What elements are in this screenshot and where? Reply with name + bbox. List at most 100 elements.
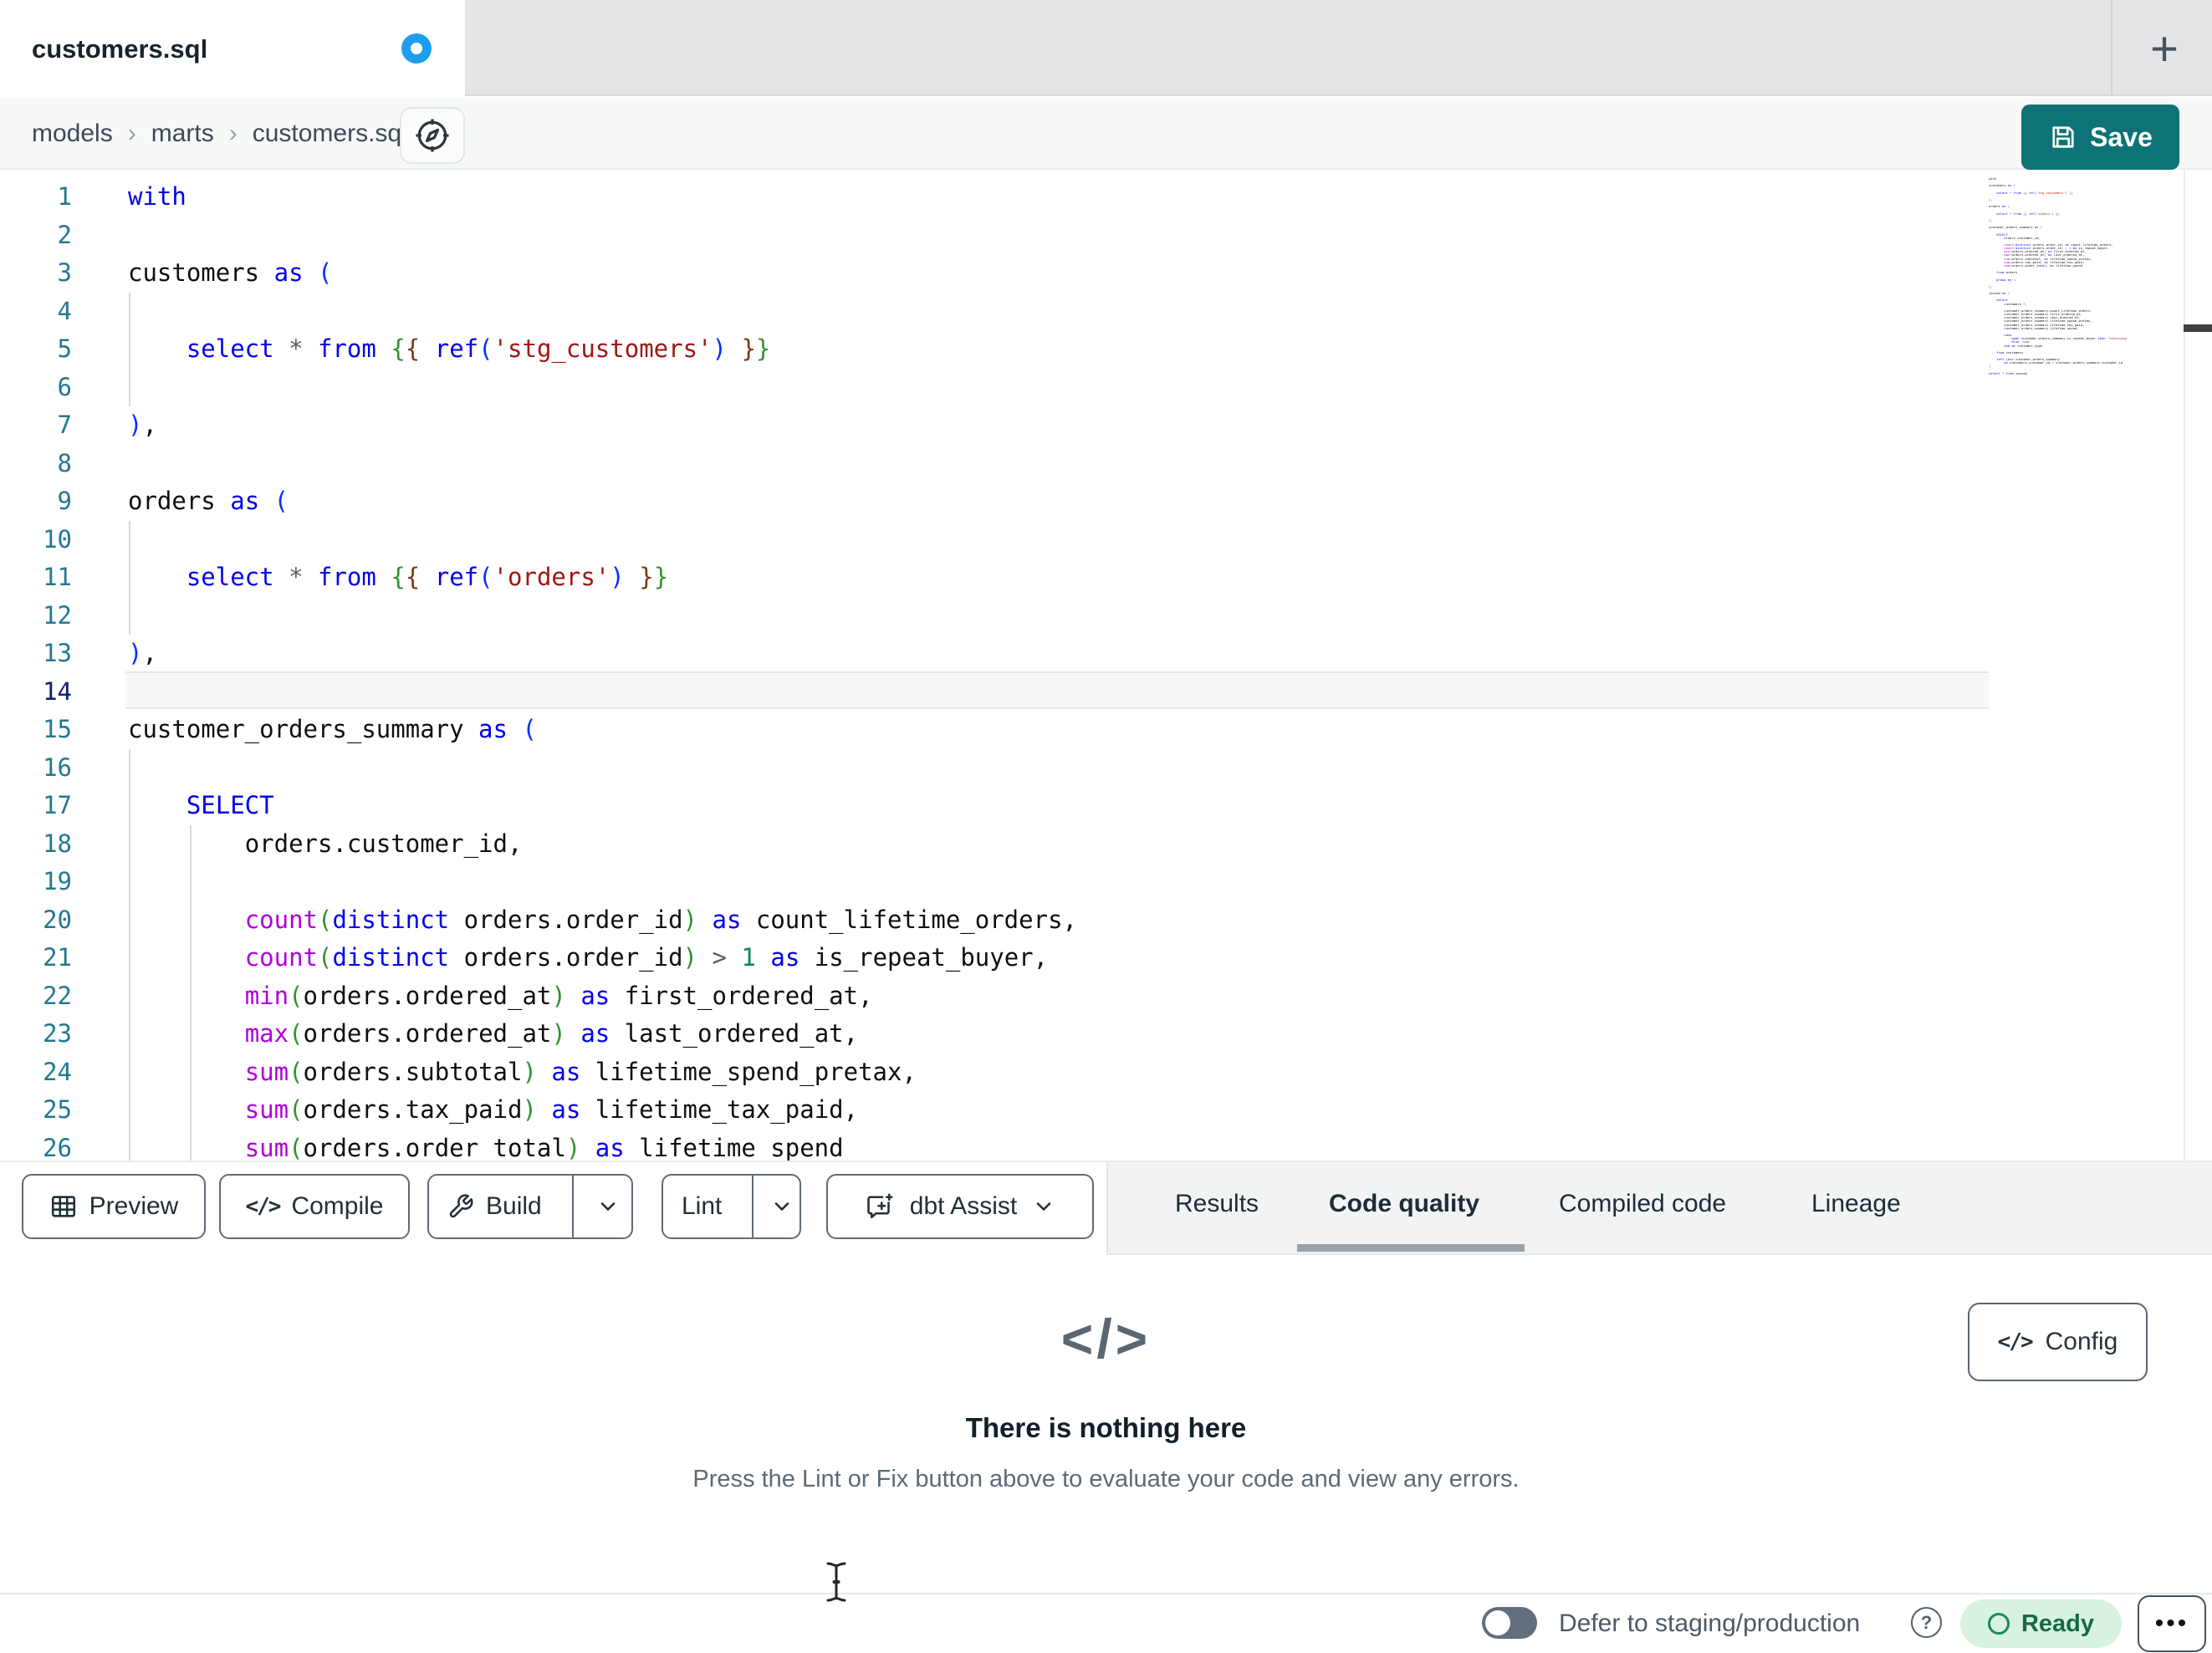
breadcrumb-item-marts[interactable]: marts xyxy=(151,120,214,148)
breadcrumb: models › marts › customers.sql xyxy=(32,98,407,170)
build-button-label: Build xyxy=(486,1192,542,1220)
line-number: 9 xyxy=(57,487,72,515)
code-line[interactable]: orders.customer_id, xyxy=(128,825,523,864)
dbt-assist-button[interactable]: dbt Assist xyxy=(826,1174,1094,1239)
status-bar: Defer to staging/production ? Ready ••• xyxy=(0,1593,2212,1653)
line-number: 8 xyxy=(57,448,72,477)
line-number: 6 xyxy=(57,372,72,401)
tab-lineage[interactable]: Lineage xyxy=(1811,1179,1901,1229)
code-line[interactable]: sum(orders.subtotal) as lifetime_spend_p… xyxy=(128,1054,917,1092)
code-line[interactable]: ), xyxy=(128,635,157,673)
line-number: 5 xyxy=(57,334,72,363)
code-line[interactable]: select * from {{ ref('stg_customers') }} xyxy=(128,330,771,369)
status-circle-icon xyxy=(1987,1613,2010,1635)
line-number: 11 xyxy=(43,563,72,591)
save-floppy-icon xyxy=(2052,126,2074,148)
wrench-icon xyxy=(449,1194,473,1218)
code-line[interactable]: sum(orders.order_total) as lifetime_spen… xyxy=(128,1130,844,1161)
line-number: 1 xyxy=(57,182,72,211)
unsaved-changes-dot xyxy=(401,33,432,64)
table-icon xyxy=(51,1196,75,1217)
lineage-compass-button[interactable] xyxy=(400,107,465,164)
line-number: 15 xyxy=(43,715,72,743)
breadcrumb-item-file[interactable]: customers.sql xyxy=(253,120,407,148)
line-number: 7 xyxy=(57,411,72,439)
line-number: 22 xyxy=(43,981,72,1010)
save-button[interactable]: Save xyxy=(2021,105,2179,170)
tab-code-quality[interactable]: Code quality xyxy=(1329,1179,1479,1229)
code-brackets-icon: </> xyxy=(245,1194,281,1219)
code-line[interactable]: count(distinct orders.order_id) as count… xyxy=(128,901,1077,940)
compile-button[interactable]: </> Compile xyxy=(219,1174,410,1239)
code-line[interactable]: customer_orders_summary as ( xyxy=(128,711,537,749)
line-number: 2 xyxy=(57,220,72,249)
lint-dropdown-button[interactable] xyxy=(765,1176,799,1237)
active-tab-underline xyxy=(1297,1244,1525,1252)
defer-toggle[interactable] xyxy=(1482,1607,1537,1639)
code-editor[interactable]: 1 2 3 4 5 6 7 8 9 10 11 12 13 14 15 16 17 18 19 20 21 22 23 24 2… xyxy=(0,170,2212,1161)
defer-label: Defer to staging/production xyxy=(1559,1610,1861,1637)
new-tab-button[interactable]: + xyxy=(2131,8,2198,89)
breadcrumb-item-models[interactable]: models xyxy=(32,120,113,148)
more-options-button[interactable]: ••• xyxy=(2138,1595,2206,1652)
chevron-down-icon xyxy=(775,1202,789,1211)
tab-compiled-code[interactable]: Compiled code xyxy=(1559,1179,1726,1229)
code-line[interactable]: sum(orders.tax_paid) as lifetime_tax_pai… xyxy=(128,1091,858,1130)
code-line[interactable]: with xyxy=(128,178,186,217)
line-number: 21 xyxy=(43,943,72,972)
line-number: 23 xyxy=(43,1019,72,1048)
code-line[interactable]: count(distinct orders.order_id) > 1 as i… xyxy=(128,939,1048,977)
toolbar-divider xyxy=(1106,1162,1108,1255)
ready-status-label: Ready xyxy=(2020,1610,2095,1637)
breadcrumb-bar: models › marts › customers.sql Save xyxy=(0,98,2212,170)
help-icon[interactable]: ? xyxy=(1911,1607,1942,1638)
minimap[interactable]: with customers as ( select * from {{ ref… xyxy=(1989,177,2183,1156)
breadcrumb-separator: › xyxy=(228,120,238,147)
code-line[interactable]: min(orders.ordered_at) as first_ordered_… xyxy=(128,977,873,1016)
code-line[interactable]: max(orders.ordered_at) as last_ordered_a… xyxy=(128,1015,858,1054)
code-line[interactable]: customers as ( xyxy=(128,254,332,293)
editor-tab-bar: customers.sql + xyxy=(0,0,2212,98)
dbt-ide-window: customers.sql + models › marts › custome… xyxy=(0,0,2212,1653)
dbt-assist-button-label: dbt Assist xyxy=(909,1192,1018,1220)
build-dropdown-button[interactable] xyxy=(585,1176,631,1237)
tab-results[interactable]: Results xyxy=(1175,1179,1259,1229)
compile-button-label: Compile xyxy=(291,1192,384,1220)
code-line[interactable]: orders as ( xyxy=(128,482,289,521)
code-quality-panel: </> There is nothing here Press the Lint… xyxy=(0,1255,2212,1593)
line-number: 26 xyxy=(43,1133,72,1161)
line-number: 16 xyxy=(43,753,72,782)
editor-toolbar: Preview </> Compile Build Lint dbt Assis… xyxy=(0,1161,2212,1255)
file-tab-customers-sql[interactable]: customers.sql xyxy=(0,0,465,98)
line-number: 4 xyxy=(57,296,72,325)
overview-ruler[interactable] xyxy=(2184,170,2212,1161)
build-split-button: Build xyxy=(427,1174,633,1239)
tab-bar-separator xyxy=(2111,0,2112,94)
code-line[interactable]: SELECT xyxy=(128,787,274,825)
config-button[interactable]: </> Config xyxy=(1968,1303,2148,1381)
empty-state-subtitle: Press the Lint or Fix button above to ev… xyxy=(692,1466,1520,1492)
breadcrumb-separator: › xyxy=(127,120,136,147)
lint-split-button: Lint xyxy=(662,1174,801,1239)
line-number: 18 xyxy=(43,829,72,858)
config-button-label: Config xyxy=(2045,1328,2118,1355)
line-number: 19 xyxy=(43,867,72,895)
compass-icon xyxy=(416,119,449,152)
line-number: 20 xyxy=(43,905,72,934)
preview-button[interactable]: Preview xyxy=(22,1174,206,1239)
code-brackets-icon: </> xyxy=(1997,1329,2034,1355)
lint-button[interactable]: Lint xyxy=(663,1176,740,1237)
line-number: 24 xyxy=(43,1057,72,1086)
assist-chat-sparkle-icon xyxy=(867,1193,893,1219)
save-button-label: Save xyxy=(2090,121,2153,152)
minimap-code: with customers as ( select * from {{ ref… xyxy=(1989,177,2128,375)
line-number: 14 xyxy=(43,676,72,706)
overview-ruler-cursor-marker xyxy=(2184,324,2212,332)
code-line[interactable]: ), xyxy=(128,406,157,445)
ready-status-badge: Ready xyxy=(1960,1599,2122,1648)
build-button[interactable]: Build xyxy=(429,1176,560,1237)
toggle-knob xyxy=(1485,1610,1510,1635)
line-number: 12 xyxy=(43,600,72,630)
empty-state-title: There is nothing here xyxy=(965,1412,1247,1443)
code-line[interactable]: select * from {{ ref('orders') }} xyxy=(128,559,668,597)
